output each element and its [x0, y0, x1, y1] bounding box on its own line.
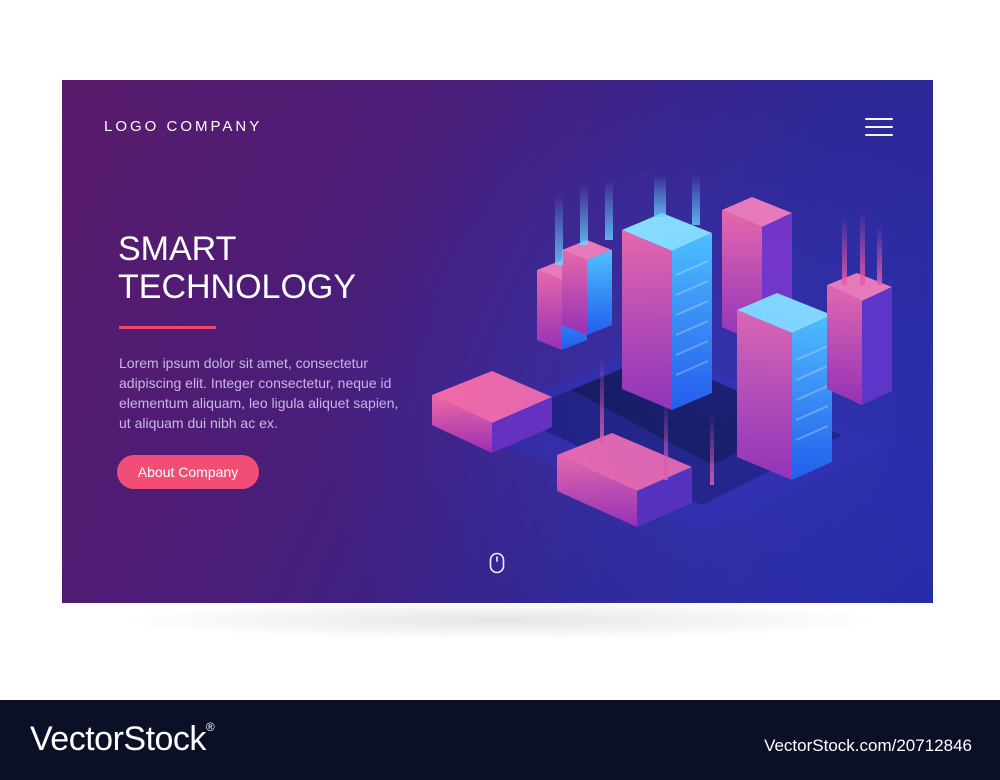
watermark-id: VectorStock.com/20712846 [764, 736, 972, 755]
watermark-brand: VectorStock [30, 720, 206, 758]
hamburger-menu-icon[interactable] [865, 118, 893, 138]
mouse-scroll-icon[interactable] [489, 552, 505, 574]
watermark-registered-mark: ® [205, 720, 215, 734]
small-tower-2 [562, 240, 612, 335]
title-underline [119, 326, 216, 329]
tall-tower-center [622, 213, 712, 410]
isometric-city-illustration [432, 175, 892, 535]
tall-tower-front [737, 293, 832, 480]
hero-description: Lorem ipsum dolor sit amet, consectetur … [119, 355, 399, 431]
watermark-logo: VectorStock® [30, 720, 215, 759]
hero-title-line2: TECHNOLOGY [118, 268, 357, 306]
stepped-block-right [827, 273, 892, 405]
about-company-button[interactable]: About Company [117, 455, 259, 489]
logo-text[interactable]: LOGO COMPANY [104, 118, 262, 135]
hero-banner: LOGO COMPANY SMART TECHNOLOGY Lorem ipsu… [62, 80, 933, 603]
hero-title-line1: SMART [118, 230, 237, 268]
watermark-bar: VectorStock® VectorStock.com/20712846 [0, 700, 1000, 780]
hero-shadow [110, 600, 890, 640]
hero-title: SMART TECHNOLOGY [118, 230, 448, 306]
